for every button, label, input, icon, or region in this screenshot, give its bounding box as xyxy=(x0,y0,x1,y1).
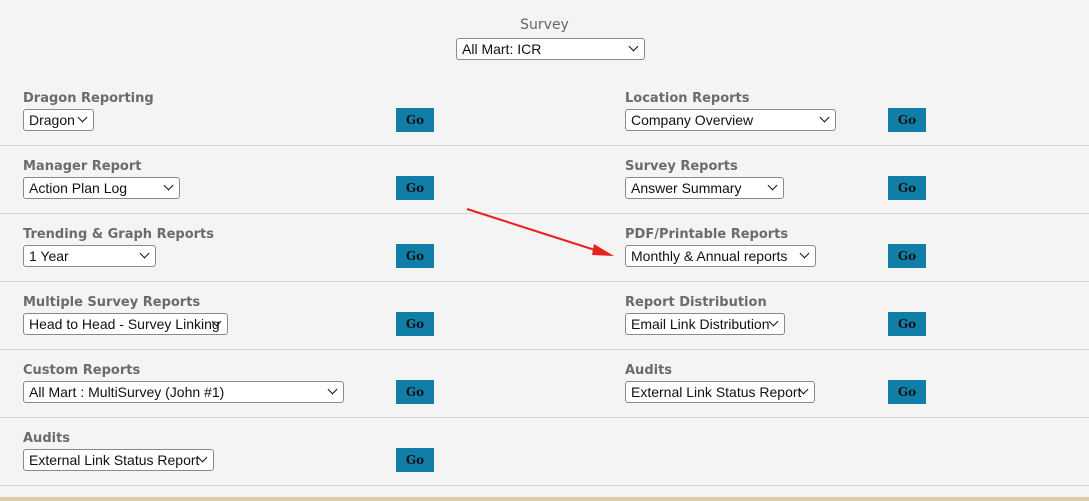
red-arrow-icon xyxy=(466,208,614,256)
